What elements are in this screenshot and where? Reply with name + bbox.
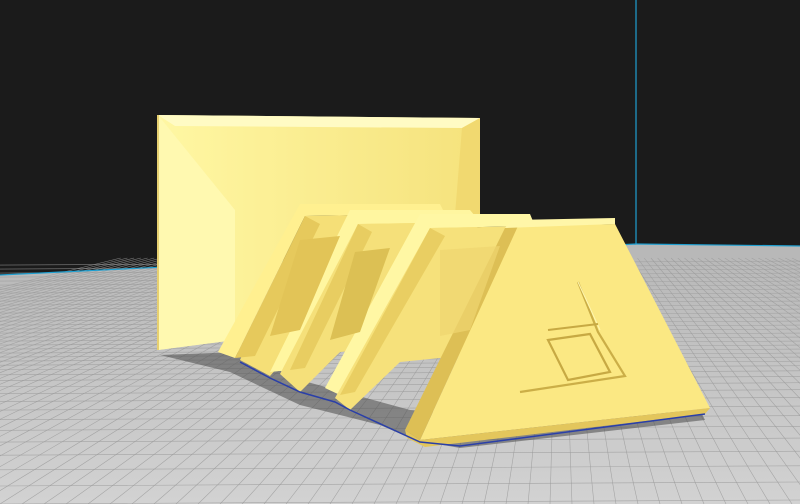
3d-viewport[interactable] <box>0 0 800 504</box>
scene-canvas[interactable] <box>0 0 800 504</box>
